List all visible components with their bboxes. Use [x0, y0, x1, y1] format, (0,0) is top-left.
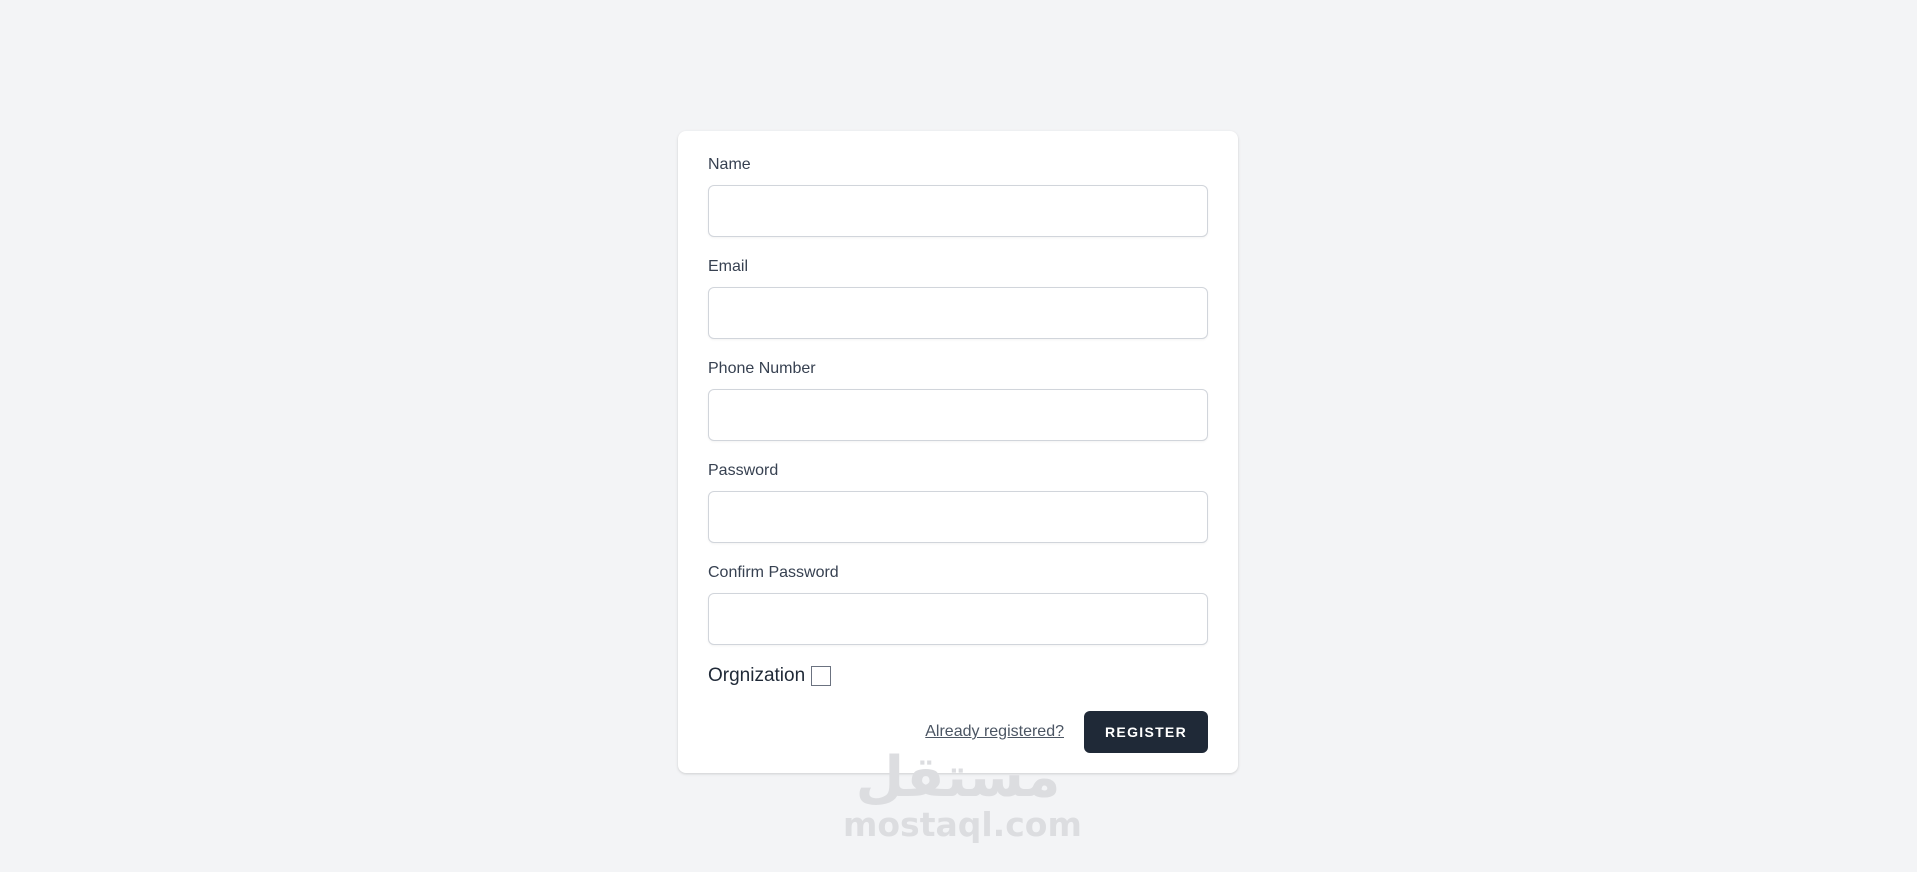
- name-input[interactable]: [708, 185, 1208, 237]
- name-field-group: Name: [708, 155, 1208, 237]
- organization-label: Orgnization: [708, 665, 806, 686]
- password-label: Password: [708, 462, 779, 479]
- confirm-password-label: Confirm Password: [708, 564, 839, 581]
- register-card: Name Email Phone Number Password Confirm…: [678, 131, 1238, 773]
- organization-row: Orgnization: [708, 664, 832, 688]
- watermark-domain-text: mostaql.com: [843, 805, 1082, 844]
- confirm-password-input[interactable]: [708, 593, 1208, 645]
- password-input[interactable]: [708, 491, 1208, 543]
- password-field-group: Password: [708, 461, 1208, 543]
- email-input[interactable]: [708, 287, 1208, 339]
- email-label: Email: [708, 258, 749, 275]
- phone-input[interactable]: [708, 389, 1208, 441]
- name-label: Name: [708, 156, 751, 173]
- register-button[interactable]: REGISTER: [1084, 711, 1208, 753]
- already-registered-link[interactable]: Already registered?: [925, 723, 1064, 741]
- form-actions: Already registered? REGISTER: [925, 711, 1208, 753]
- confirm-password-field-group: Confirm Password: [708, 563, 1208, 645]
- phone-field-group: Phone Number: [708, 359, 1208, 441]
- phone-label: Phone Number: [708, 360, 816, 377]
- organization-checkbox[interactable]: [811, 666, 832, 686]
- email-field-group: Email: [708, 257, 1208, 339]
